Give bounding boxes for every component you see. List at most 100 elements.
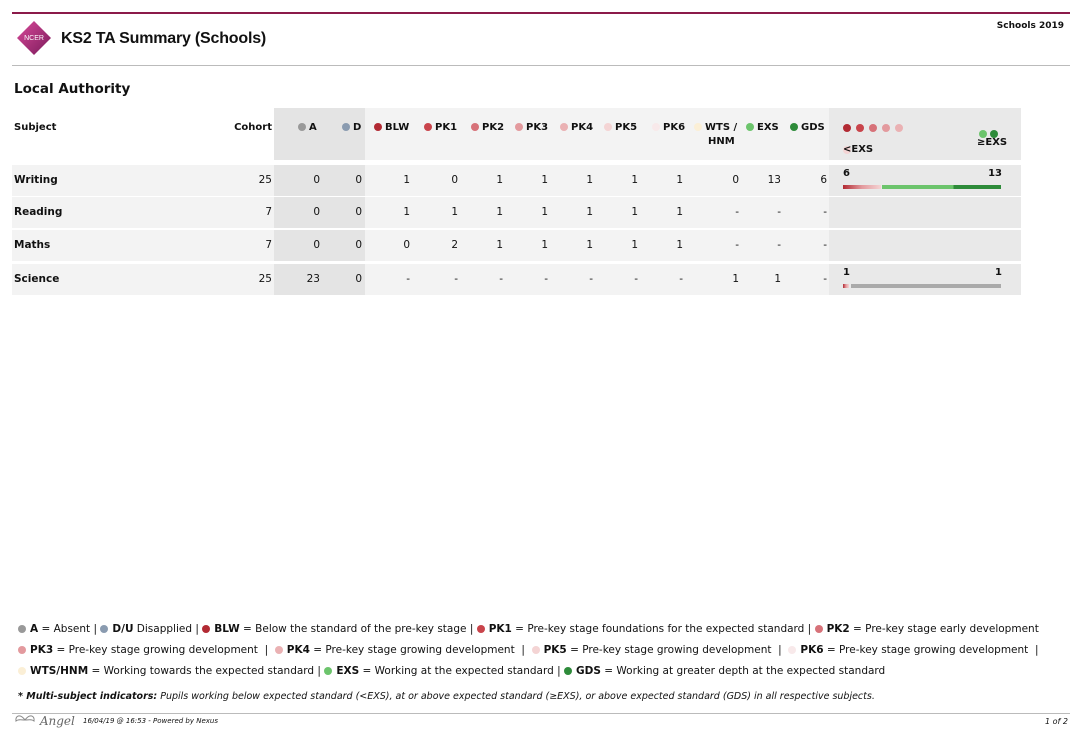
cell-pk4: 1 [586, 206, 593, 218]
cell-wts: - [735, 206, 739, 218]
cell-pk1: 0 [451, 174, 458, 186]
footnote: * Multi-subject indicators: Pupils worki… [18, 691, 875, 702]
blw-dot-icon [374, 123, 382, 131]
cell-pk1: - [454, 273, 458, 285]
cell-a: 0 [313, 174, 320, 186]
pk1-dot-icon [424, 123, 432, 131]
header-exs: EXS [746, 122, 779, 133]
cell-pk2: 1 [496, 239, 503, 251]
cell-pk3: - [544, 273, 548, 285]
below-exs-count: 1 [843, 267, 850, 278]
d-dot-icon [342, 123, 350, 131]
pk3-dot-icon [882, 124, 890, 132]
year-label: Schools 2019 [996, 21, 1064, 31]
cell-gds: - [823, 239, 827, 251]
cell-pk3: 1 [541, 239, 548, 251]
a-dot-icon [298, 123, 306, 131]
brand-name: Angel [39, 714, 75, 728]
table-row: Reading 7 0 0 1 1 1 1 1 1 1 - - - [12, 197, 1022, 228]
pk2-dot-icon [814, 625, 823, 633]
header-gds: GDS [790, 122, 825, 133]
cell-pk2: 1 [496, 206, 503, 218]
below-exs-bar [843, 284, 849, 288]
pk4-dot-icon [895, 124, 903, 132]
wts-dot-icon [694, 123, 702, 131]
pk2-dot-icon [869, 124, 877, 132]
gds-dot-icon [564, 667, 573, 675]
pk3-dot-icon [18, 646, 26, 654]
logo-text: NCER [24, 35, 44, 42]
legend-line-3: WTS/HNM = Working towards the expected s… [18, 661, 1068, 682]
cell-exs: 1 [774, 273, 781, 285]
cell-pk2: - [499, 273, 503, 285]
pk4-dot-icon [274, 646, 283, 654]
header-pk6: PK6 [652, 122, 685, 133]
absent-dot-icon [18, 625, 26, 633]
header-blw: BLW [374, 122, 409, 133]
legend: A = Absent | D/U Disapplied | BLW = Belo… [18, 619, 1068, 682]
pk1-dot-icon [856, 124, 864, 132]
above-exs-bar [882, 185, 1001, 189]
table-row: Writing 25 0 0 1 0 1 1 1 1 1 0 13 6 6 13 [12, 165, 1022, 196]
blw-dot-icon [202, 625, 211, 633]
pk6-dot-icon [652, 123, 660, 131]
page-number: 1 of 2 [1045, 717, 1068, 726]
generated-timestamp: 16/04/19 @ 16:53 - Powered by Nexus [83, 717, 219, 725]
header-pk5: PK5 [604, 122, 637, 133]
header-rule [12, 65, 1070, 66]
table-row: Maths 7 0 0 0 2 1 1 1 1 1 - - - [12, 230, 1022, 261]
header-pk3: PK3 [515, 122, 548, 133]
cell-wts: - [735, 239, 739, 251]
cell-pk6: 1 [676, 206, 683, 218]
row-subject: Science [14, 273, 60, 285]
blw-dot-icon [843, 124, 851, 132]
pk5-dot-icon [531, 646, 540, 654]
cell-pk5: 1 [631, 174, 638, 186]
row-cohort: 25 [258, 273, 272, 285]
legend-line-1: A = Absent | D/U Disapplied | BLW = Belo… [18, 619, 1068, 640]
header-pk2: PK2 [471, 122, 504, 133]
subject-header: Subject [14, 122, 57, 133]
header-pk1: PK1 [424, 122, 457, 133]
header-pk4: PK4 [560, 122, 593, 133]
cell-d: 0 [355, 239, 362, 251]
cell-blw: - [406, 273, 410, 285]
ad-band [274, 108, 365, 160]
cell-exs: - [777, 206, 781, 218]
pk2-dot-icon [471, 123, 479, 131]
table-header: Subject Cohort A D BLW PK1 PK2 PK3 PK4 PK5 PK6 WT… [12, 108, 1022, 160]
cell-pk1: 1 [451, 206, 458, 218]
cell-gds: - [823, 206, 827, 218]
cell-blw: 0 [403, 239, 410, 251]
cell-pk4: 1 [586, 239, 593, 251]
pk5-dot-icon [604, 123, 612, 131]
cell-pk3: 1 [541, 174, 548, 186]
cell-pk3: 1 [541, 206, 548, 218]
cell-pk2: 1 [496, 174, 503, 186]
cell-exs: 13 [767, 174, 781, 186]
cell-wts: 1 [732, 273, 739, 285]
cell-d: 0 [355, 174, 362, 186]
cell-pk4: 1 [586, 174, 593, 186]
cell-pk5: 1 [631, 239, 638, 251]
cell-blw: 1 [403, 174, 410, 186]
above-exs-count: 13 [988, 168, 1002, 179]
top-accent-bar [12, 12, 1070, 14]
gds-dot-icon [790, 123, 798, 131]
cell-a: 0 [313, 239, 320, 251]
ncer-logo: NCER [16, 20, 51, 55]
angel-wings-icon [15, 715, 35, 723]
pk4-dot-icon [560, 123, 568, 131]
section-title: Local Authority [14, 81, 131, 97]
cell-exs: - [777, 239, 781, 251]
header-d: D [342, 122, 361, 133]
above-exs-count: 1 [995, 267, 1002, 278]
wts-dot-icon [18, 667, 26, 675]
above-exs-header: ≥EXS [977, 137, 1008, 148]
footer-rule [12, 713, 1070, 714]
cell-pk5: - [634, 273, 638, 285]
cell-a: 23 [306, 273, 320, 285]
header-a: A [298, 122, 317, 133]
pk6-dot-icon [788, 646, 797, 654]
cell-a: 0 [313, 206, 320, 218]
